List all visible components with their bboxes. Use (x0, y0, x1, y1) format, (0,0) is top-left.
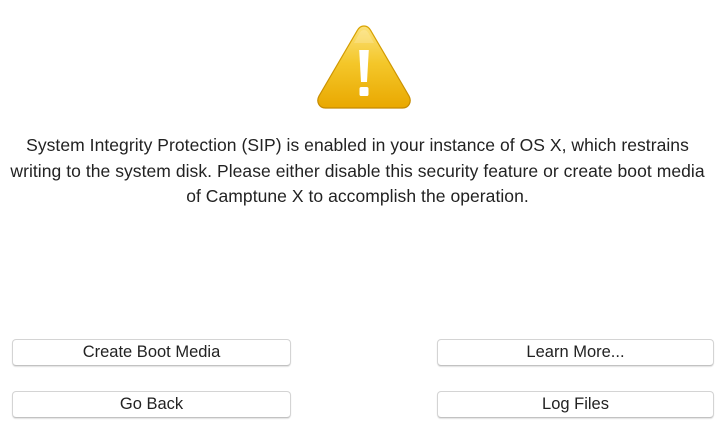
sip-alert-dialog: System Integrity Protection (SIP) is ena… (0, 0, 715, 425)
log-files-button[interactable]: Log Files (437, 391, 714, 418)
create-boot-media-button[interactable]: Create Boot Media (12, 339, 291, 366)
alert-message: System Integrity Protection (SIP) is ena… (10, 135, 705, 206)
go-back-button[interactable]: Go Back (12, 391, 291, 418)
learn-more-button[interactable]: Learn More... (437, 339, 714, 366)
warning-icon (314, 22, 414, 112)
